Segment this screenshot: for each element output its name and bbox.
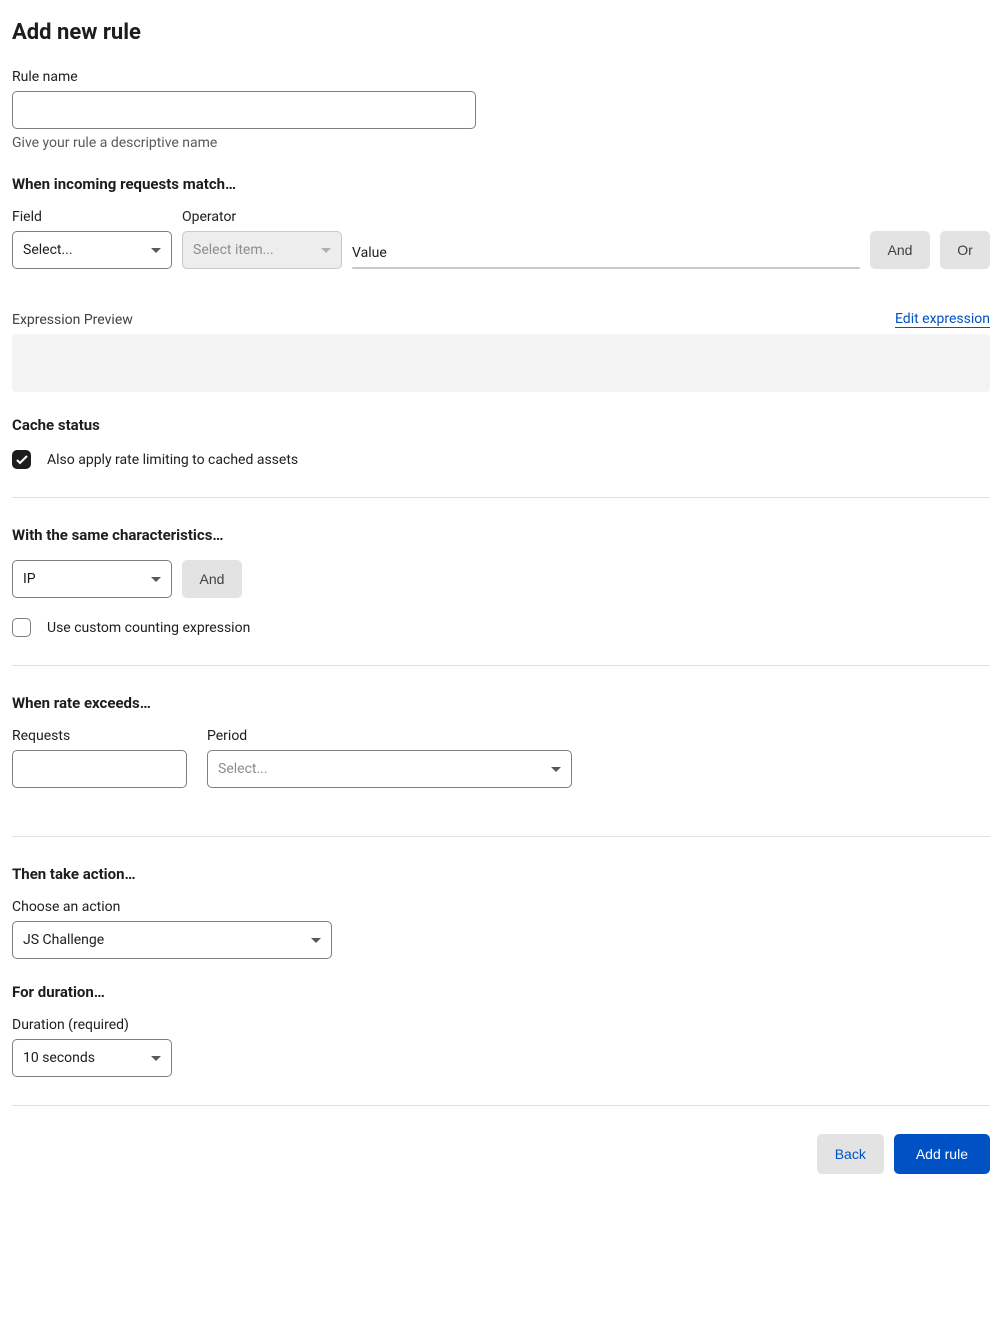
custom-expression-label: Use custom counting expression xyxy=(47,620,250,636)
chevron-down-icon xyxy=(321,248,331,253)
chevron-down-icon xyxy=(151,1056,161,1061)
period-select-value: Select... xyxy=(218,761,268,777)
divider xyxy=(12,497,990,498)
add-rule-button[interactable]: Add rule xyxy=(894,1134,990,1174)
edit-expression-link[interactable]: Edit expression xyxy=(895,311,990,328)
expression-preview-box xyxy=(12,334,990,392)
action-heading: Then take action… xyxy=(12,865,990,883)
characteristics-heading: With the same characteristics… xyxy=(12,526,990,544)
period-select[interactable]: Select... xyxy=(207,750,572,788)
operator-select: Select item... xyxy=(182,231,342,269)
chevron-down-icon xyxy=(151,248,161,253)
match-heading: When incoming requests match… xyxy=(12,175,990,193)
operator-select-value: Select item... xyxy=(193,242,274,258)
rule-name-input[interactable] xyxy=(12,91,476,129)
divider xyxy=(12,1105,990,1106)
cache-checkbox[interactable] xyxy=(12,450,31,469)
field-label: Field xyxy=(12,209,172,225)
rate-heading: When rate exceeds… xyxy=(12,694,990,712)
characteristics-select-value: IP xyxy=(23,571,36,587)
characteristics-and-button[interactable]: And xyxy=(182,560,242,598)
action-select[interactable]: JS Challenge xyxy=(12,921,332,959)
chevron-down-icon xyxy=(311,938,321,943)
divider xyxy=(12,665,990,666)
operator-label: Operator xyxy=(182,209,342,225)
duration-select-value: 10 seconds xyxy=(23,1050,95,1066)
chevron-down-icon xyxy=(151,577,161,582)
rule-name-hint: Give your rule a descriptive name xyxy=(12,135,990,151)
or-button[interactable]: Or xyxy=(940,231,990,269)
divider xyxy=(12,836,990,837)
duration-select[interactable]: 10 seconds xyxy=(12,1039,172,1077)
field-select[interactable]: Select... xyxy=(12,231,172,269)
requests-input[interactable] xyxy=(12,750,187,788)
value-label: Value xyxy=(352,245,860,261)
value-input xyxy=(352,267,860,269)
rule-name-label: Rule name xyxy=(12,69,990,85)
duration-label: Duration (required) xyxy=(12,1017,990,1033)
characteristics-select[interactable]: IP xyxy=(12,560,172,598)
field-select-value: Select... xyxy=(23,242,73,258)
back-button[interactable]: Back xyxy=(817,1134,884,1174)
page-title: Add new rule xyxy=(12,20,990,45)
expression-preview-title: Expression Preview xyxy=(12,312,133,328)
chevron-down-icon xyxy=(551,767,561,772)
period-label: Period xyxy=(207,728,572,744)
and-button[interactable]: And xyxy=(870,231,930,269)
requests-label: Requests xyxy=(12,728,187,744)
action-label: Choose an action xyxy=(12,899,990,915)
custom-expression-checkbox[interactable] xyxy=(12,618,31,637)
duration-heading: For duration… xyxy=(12,983,990,1001)
cache-checkbox-label: Also apply rate limiting to cached asset… xyxy=(47,452,298,468)
action-select-value: JS Challenge xyxy=(23,932,104,948)
cache-heading: Cache status xyxy=(12,416,990,434)
